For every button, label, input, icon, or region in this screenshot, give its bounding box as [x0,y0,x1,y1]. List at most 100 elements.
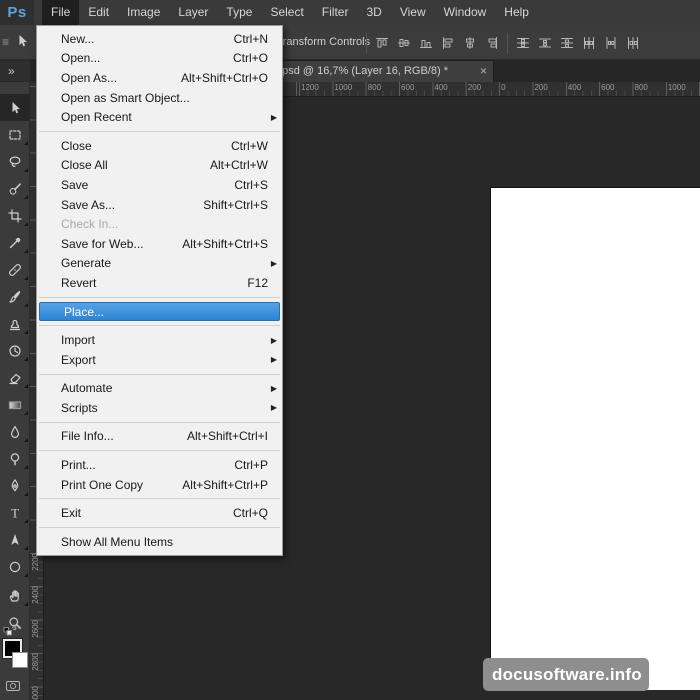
rectangular-marquee-tool[interactable] [0,121,30,148]
photoshop-logo: Ps [0,0,34,25]
menu-item-place[interactable]: Place... [39,302,280,322]
ellipse-tool[interactable] [0,553,30,580]
brush-tool[interactable] [0,283,30,310]
submenu-arrow-icon: ▶ [271,259,277,268]
menu-item-scripts[interactable]: Scripts▶ [37,398,282,418]
h-ruler-number: 800 [366,83,381,92]
align-left-edges-icon[interactable] [437,32,459,54]
align-right-edges-icon[interactable] [481,32,503,54]
options-bar-divider [366,33,367,53]
menubar-item-edit[interactable]: Edit [79,0,118,25]
menu-item-shortcut: Ctrl+W [231,139,268,153]
menu-item-label: Save [61,178,218,192]
menu-item-open[interactable]: Open...Ctrl+O [37,49,282,69]
zoom-tool[interactable] [0,609,30,636]
menubar-item-window[interactable]: Window [435,0,496,25]
menu-item-close[interactable]: Close Ctrl+W [37,136,282,156]
menubar-item-filter[interactable]: Filter [313,0,358,25]
menu-separator [39,498,280,499]
menubar-item-type[interactable]: Type [217,0,261,25]
distribute-top-edges-icon[interactable] [512,32,534,54]
distribute-right-edges-icon[interactable] [622,32,644,54]
align-horizontal-centers-icon[interactable] [459,32,481,54]
preset-menu-icon[interactable]: ≡ [2,34,11,50]
menu-item-shortcut: Alt+Ctrl+W [210,158,268,172]
h-ruler-number: 1000 [332,83,352,92]
menu-item-label: Open as Smart Object... [61,91,268,105]
menu-separator [39,527,280,528]
tab-close-icon[interactable]: × [480,61,487,82]
menu-item-shortcut: Alt+Shift+Ctrl+I [187,429,268,443]
distribute-bottom-edges-icon[interactable] [556,32,578,54]
eraser-tool[interactable] [0,364,30,391]
v-ruler-number: 3000 [31,686,40,700]
menu-item-open-as-smart-object[interactable]: Open as Smart Object... [37,88,282,108]
quick-mask-mode-icon[interactable] [5,678,21,699]
menu-item-label: Show All Menu Items [61,535,268,549]
v-ruler-number: 2400 [31,586,40,604]
h-ruler-number: 600 [599,83,614,92]
gradient-tool[interactable] [0,391,30,418]
menu-item-automate[interactable]: Automate▶ [37,379,282,399]
menu-item-close-all[interactable]: Close AllAlt+Ctrl+W [37,156,282,176]
menu-separator [39,325,280,326]
hand-tool[interactable] [0,582,30,609]
menubar-item-select[interactable]: Select [261,0,312,25]
clone-stamp-tool[interactable] [0,310,30,337]
menubar-item-help[interactable]: Help [495,0,538,25]
menubar-item-3d[interactable]: 3D [357,0,390,25]
menu-item-revert[interactable]: RevertF12 [37,273,282,293]
document-tab[interactable]: ice.psd @ 16,7% (Layer 16, RGB/8) * × [256,60,494,82]
menu-item-show-all-menu-items[interactable]: Show All Menu Items [37,532,282,552]
pen-tool[interactable] [0,472,30,499]
crop-tool[interactable] [0,202,30,229]
menu-item-import[interactable]: Import▶ [37,330,282,350]
menu-item-label: Print One Copy [61,478,166,492]
blur-tool[interactable] [0,418,30,445]
dodge-tool[interactable] [0,445,30,472]
menubar: Ps FileEditImageLayerTypeSelectFilter3DV… [0,0,700,25]
menu-item-file-info[interactable]: File Info...Alt+Shift+Ctrl+I [37,427,282,447]
history-brush-tool[interactable] [0,337,30,364]
menu-item-new[interactable]: New...Ctrl+N [37,29,282,49]
menu-item-save-as[interactable]: Save As...Shift+Ctrl+S [37,195,282,215]
menu-item-exit[interactable]: ExitCtrl+Q [37,503,282,523]
eyedropper-tool[interactable] [0,229,30,256]
menu-item-print-one-copy[interactable]: Print One CopyAlt+Shift+Ctrl+P [37,475,282,495]
menu-item-label: Close [61,139,215,153]
lasso-tool[interactable] [0,148,30,175]
distribute-horizontal-centers-icon[interactable] [600,32,622,54]
menu-item-generate[interactable]: Generate▶ [37,254,282,274]
menu-item-open-recent[interactable]: Open Recent▶ [37,107,282,127]
submenu-arrow-icon: ▶ [271,336,277,345]
menubar-item-image[interactable]: Image [118,0,169,25]
menu-separator [39,131,280,132]
spot-healing-brush-tool[interactable] [0,256,30,283]
type-tool[interactable]: T [0,499,30,526]
document-canvas[interactable] [490,187,700,690]
menu-item-print[interactable]: Print...Ctrl+P [37,455,282,475]
menubar-item-view[interactable]: View [391,0,435,25]
distribute-vertical-centers-icon[interactable] [534,32,556,54]
move-tool[interactable] [0,94,30,121]
tool-preset-picker[interactable]: ≡ [0,25,36,60]
quick-selection-tool[interactable] [0,175,30,202]
background-color-swatch[interactable] [12,652,28,668]
menu-item-export[interactable]: Export▶ [37,350,282,370]
h-ruler-number: 600 [399,83,414,92]
menu-item-save[interactable]: SaveCtrl+S [37,175,282,195]
align-top-edges-icon[interactable] [371,32,393,54]
v-ruler-number: 2200 [31,553,40,571]
menu-item-label: Exit [61,506,217,520]
menu-item-check-in[interactable]: Check In... [37,214,282,234]
align-bottom-edges-icon[interactable] [415,32,437,54]
menu-item-open-as[interactable]: Open As...Alt+Shift+Ctrl+O [37,68,282,88]
menubar-item-layer[interactable]: Layer [169,0,217,25]
distribute-left-edges-icon[interactable] [578,32,600,54]
menu-item-save-for-web[interactable]: Save for Web...Alt+Shift+Ctrl+S [37,234,282,254]
align-vertical-centers-icon[interactable] [393,32,415,54]
menubar-item-file[interactable]: File [42,0,79,25]
panel-collapse-toggle[interactable]: » [0,61,30,81]
path-selection-tool[interactable] [0,526,30,553]
file-menu-dropdown: New...Ctrl+NOpen...Ctrl+OOpen As...Alt+S… [36,25,283,556]
